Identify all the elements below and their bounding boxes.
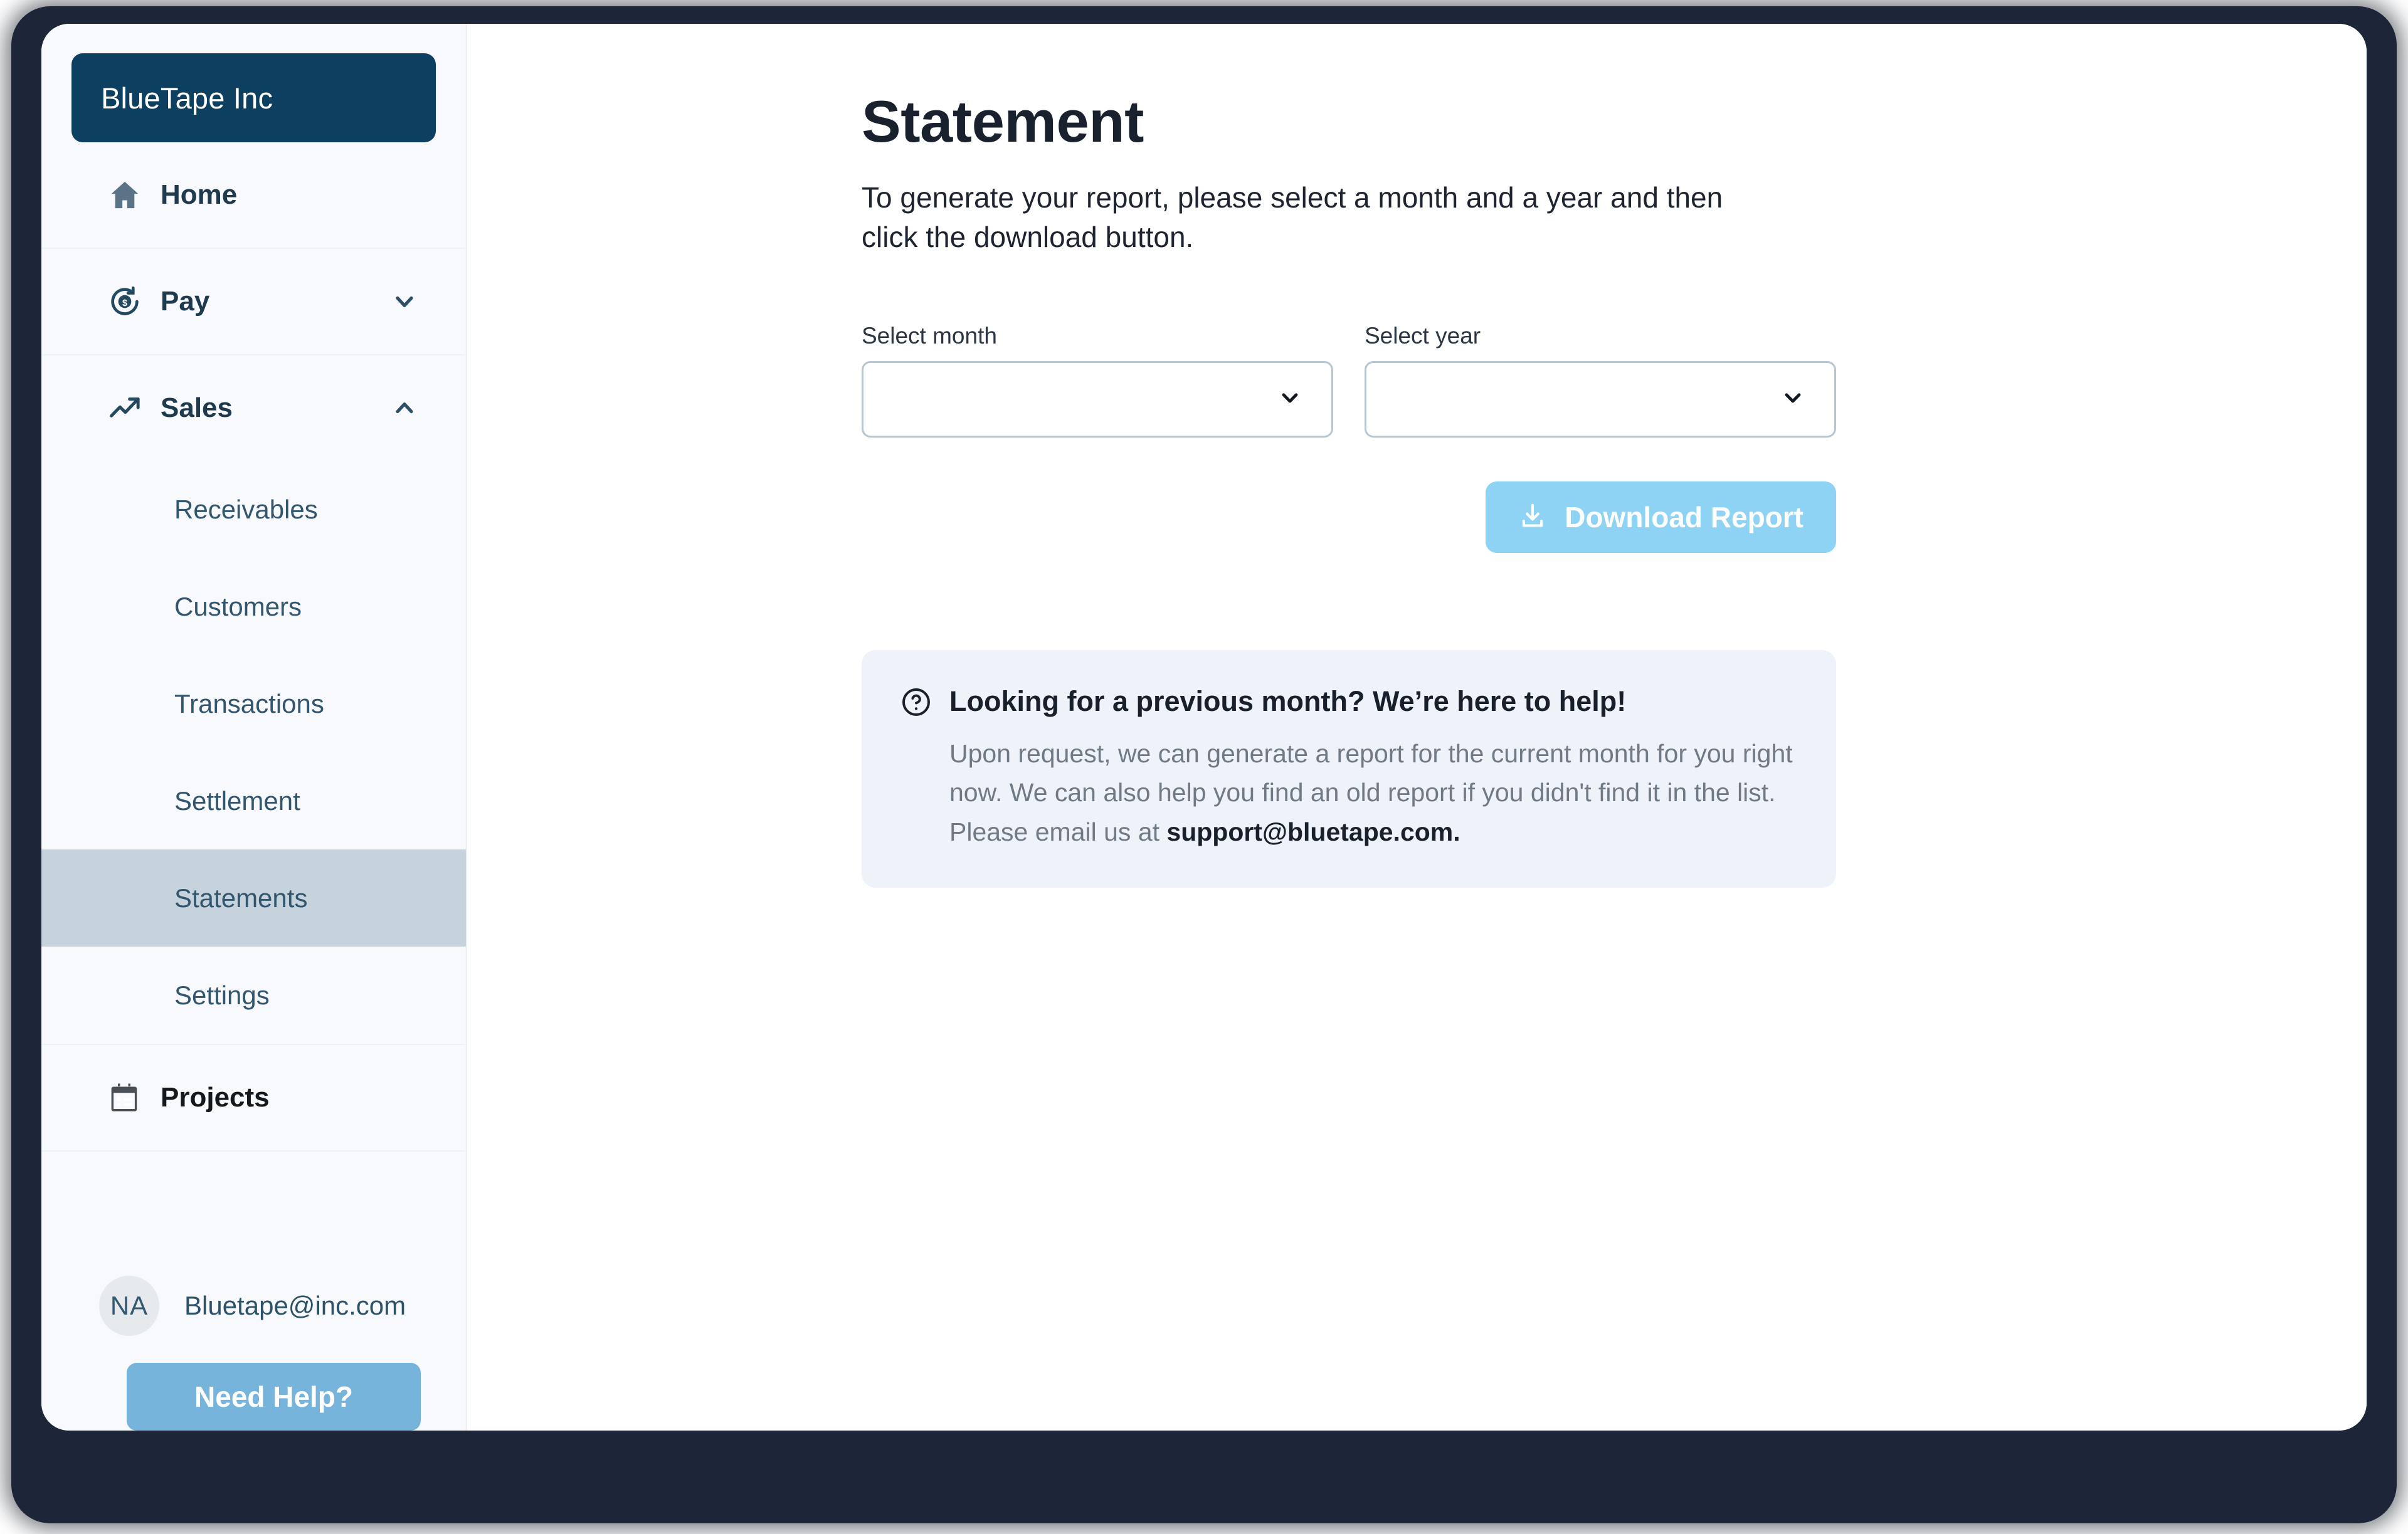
sidebar-item-statements-label: Statements — [174, 883, 308, 913]
nav-group-pay: $ Pay — [41, 249, 466, 355]
download-icon — [1518, 502, 1547, 532]
download-report-button[interactable]: Download Report — [1486, 481, 1836, 553]
sidebar-footer: NA Bluetape@inc.com Need Help? — [41, 1259, 466, 1431]
question-circle-icon — [900, 686, 932, 851]
need-help-button[interactable]: Need Help? — [127, 1363, 421, 1431]
sidebar-item-projects-label: Projects — [161, 1082, 270, 1113]
year-field-wrapper: Select year — [1365, 323, 1836, 438]
select-month-dropdown[interactable] — [862, 360, 1333, 438]
download-row: Download Report — [862, 481, 1836, 553]
calendar-icon — [108, 1081, 147, 1114]
sidebar: BlueTape Inc Home $ Pay Sales Receivable… — [41, 24, 467, 1431]
sidebar-item-transactions-label: Transactions — [174, 688, 324, 718]
avatar: NA — [99, 1276, 159, 1336]
sidebar-item-settlement[interactable]: Settlement — [41, 752, 466, 849]
sidebar-item-sales[interactable]: Sales — [41, 355, 466, 461]
sidebar-item-home-label: Home — [161, 179, 238, 210]
support-email[interactable]: support@bluetape.com. — [1166, 817, 1460, 846]
help-callout-text: Upon request, we can generate a report f… — [949, 734, 1798, 851]
device-frame: BlueTape Inc Home $ Pay Sales Receivable… — [11, 6, 2397, 1523]
sidebar-item-customers-label: Customers — [174, 591, 302, 621]
sidebar-item-settings[interactable]: Settings — [41, 947, 466, 1044]
nav-group-projects: Projects — [41, 1045, 466, 1152]
home-icon — [108, 178, 147, 212]
chevron-down-icon[interactable] — [391, 288, 418, 315]
select-month-label: Select month — [862, 322, 997, 349]
page-title: Statement — [862, 88, 1144, 154]
help-callout: Looking for a previous month? We’re here… — [862, 649, 1836, 888]
sidebar-item-projects[interactable]: Projects — [41, 1045, 466, 1150]
help-callout-body: Looking for a previous month? We’re here… — [949, 684, 1798, 851]
user-profile-row[interactable]: NA Bluetape@inc.com — [41, 1259, 466, 1353]
download-report-label: Download Report — [1565, 500, 1803, 533]
sidebar-item-customers[interactable]: Customers — [41, 558, 466, 655]
dollar-cycle-icon: $ — [108, 285, 147, 318]
nav-group-home: Home — [41, 142, 466, 249]
brand-logo-label: BlueTape Inc — [101, 81, 273, 115]
sidebar-item-receivables-label: Receivables — [174, 494, 318, 524]
svg-text:$: $ — [122, 298, 127, 308]
chevron-down-icon — [1780, 385, 1805, 413]
sidebar-item-transactions[interactable]: Transactions — [41, 655, 466, 752]
user-email-label: Bluetape@inc.com — [184, 1291, 406, 1320]
app-viewport: BlueTape Inc Home $ Pay Sales Receivable… — [41, 24, 2367, 1431]
help-callout-title: Looking for a previous month? We’re here… — [949, 685, 1627, 717]
main-content: Statement To generate your report, pleas… — [467, 24, 2367, 1431]
chevron-down-icon — [1277, 385, 1302, 413]
chevron-up-icon[interactable] — [391, 394, 418, 422]
month-field-wrapper: Select month — [862, 323, 1333, 438]
statement-filters: Select month Select year — [862, 323, 2367, 438]
sidebar-item-pay-label: Pay — [161, 286, 210, 317]
sidebar-item-home[interactable]: Home — [41, 142, 466, 248]
sidebar-item-settings-label: Settings — [174, 980, 270, 1010]
select-year-dropdown[interactable] — [1365, 360, 1836, 438]
select-year-label: Select year — [1365, 322, 1481, 349]
page-subtitle: To generate your report, please select a… — [862, 181, 1723, 254]
sidebar-item-settlement-label: Settlement — [174, 785, 300, 816]
sidebar-item-pay[interactable]: $ Pay — [41, 249, 466, 354]
sidebar-item-sales-label: Sales — [161, 392, 233, 423]
sidebar-item-receivables[interactable]: Receivables — [41, 461, 466, 558]
brand-logo[interactable]: BlueTape Inc — [71, 53, 436, 142]
trending-up-icon — [108, 391, 147, 425]
sidebar-item-statements[interactable]: Statements — [41, 849, 466, 947]
nav-group-sales: Sales Receivables Customers Transactions… — [41, 355, 466, 1045]
